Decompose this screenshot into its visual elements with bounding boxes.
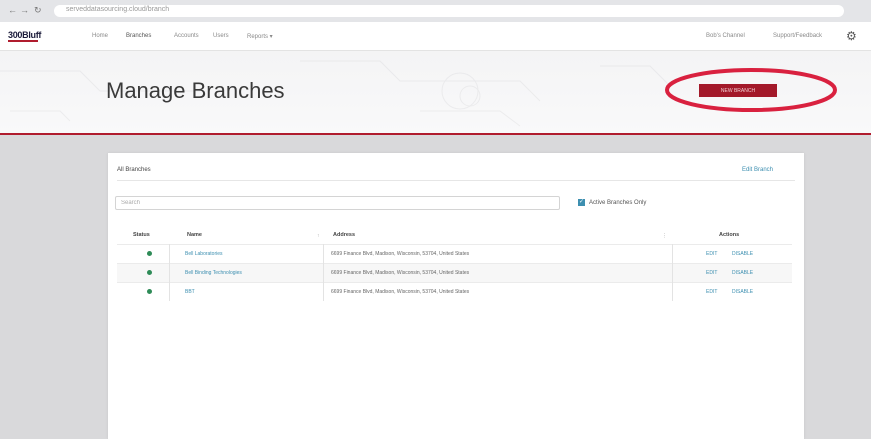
column-header-address[interactable]: Address [333, 227, 355, 244]
branch-name-link[interactable]: BBT [185, 283, 195, 301]
branch-address: 6699 Finance Blvd, Madison, Wisconsin, 5… [331, 289, 470, 295]
edit-link[interactable]: EDIT [706, 283, 717, 301]
column-header-name[interactable]: Name [187, 227, 202, 244]
channel-link[interactable]: Bob's Channel [706, 33, 745, 39]
nav-users[interactable]: Users [213, 33, 229, 39]
search-input[interactable] [115, 196, 560, 210]
status-active-icon [147, 251, 152, 256]
edit-link[interactable]: EDIT [706, 245, 717, 263]
column-divider [323, 244, 324, 301]
status-active-icon [147, 270, 152, 275]
column-header-status[interactable]: Status [133, 227, 150, 244]
nav-accounts[interactable]: Accounts [174, 33, 199, 39]
support-feedback-link[interactable]: Support/Feedback [773, 33, 822, 39]
branch-name-link[interactable]: Bell Laboratories [185, 245, 223, 263]
sort-icon[interactable]: ↑ [317, 233, 320, 239]
table-row: BBT 6699 Finance Blvd, Madison, Wisconsi… [117, 282, 792, 301]
browser-toolbar: ← → ↻ serveddatasourcing.cloud/branch [0, 0, 871, 23]
card-action-link[interactable]: Edit Branch [742, 167, 773, 173]
active-only-checkbox[interactable]: ✓ [578, 199, 585, 206]
branch-address: 6699 Finance Blvd, Madison, Wisconsin, 5… [331, 270, 470, 276]
active-only-label: Active Branches Only [589, 200, 647, 206]
branch-name-link[interactable]: Bell Binding Technologies [185, 264, 242, 282]
disable-link[interactable]: DISABLE [732, 283, 753, 301]
edit-link[interactable]: EDIT [706, 264, 717, 282]
column-divider [169, 244, 170, 301]
reload-icon[interactable]: ↻ [34, 5, 42, 16]
url-text: serveddatasourcing.cloud/branch [66, 6, 170, 13]
status-active-icon [147, 289, 152, 294]
gear-icon[interactable]: ⚙ [846, 29, 857, 43]
column-divider [672, 244, 673, 301]
highlight-annotation [665, 68, 837, 112]
app-header: 300Bluff Home Branches Accounts Users Re… [0, 22, 871, 51]
table-row: Bell Laboratories 6699 Finance Blvd, Mad… [117, 244, 792, 263]
page-title: Manage Branches [106, 78, 285, 103]
card-title: All Branches [117, 167, 151, 173]
nav-branches[interactable]: Branches [126, 33, 151, 39]
branch-address: 6699 Finance Blvd, Madison, Wisconsin, 5… [331, 251, 470, 257]
hero-divider [0, 133, 871, 135]
disable-link[interactable]: DISABLE [732, 245, 753, 263]
forward-icon[interactable]: → [20, 5, 29, 15]
column-header-actions: Actions [719, 232, 740, 238]
address-bar[interactable]: serveddatasourcing.cloud/branch [54, 5, 844, 17]
nav-reports[interactable]: Reports ▾ [247, 33, 273, 40]
card-divider [117, 180, 795, 181]
table-row: Bell Binding Technologies 6699 Finance B… [117, 263, 792, 282]
logo[interactable]: 300Bluff [8, 30, 41, 40]
disable-link[interactable]: DISABLE [732, 264, 753, 282]
nav-home[interactable]: Home [92, 33, 108, 39]
filter-icon[interactable]: ⋮ [662, 233, 667, 239]
logo-underline [8, 40, 38, 42]
back-icon[interactable]: ← [8, 5, 17, 15]
